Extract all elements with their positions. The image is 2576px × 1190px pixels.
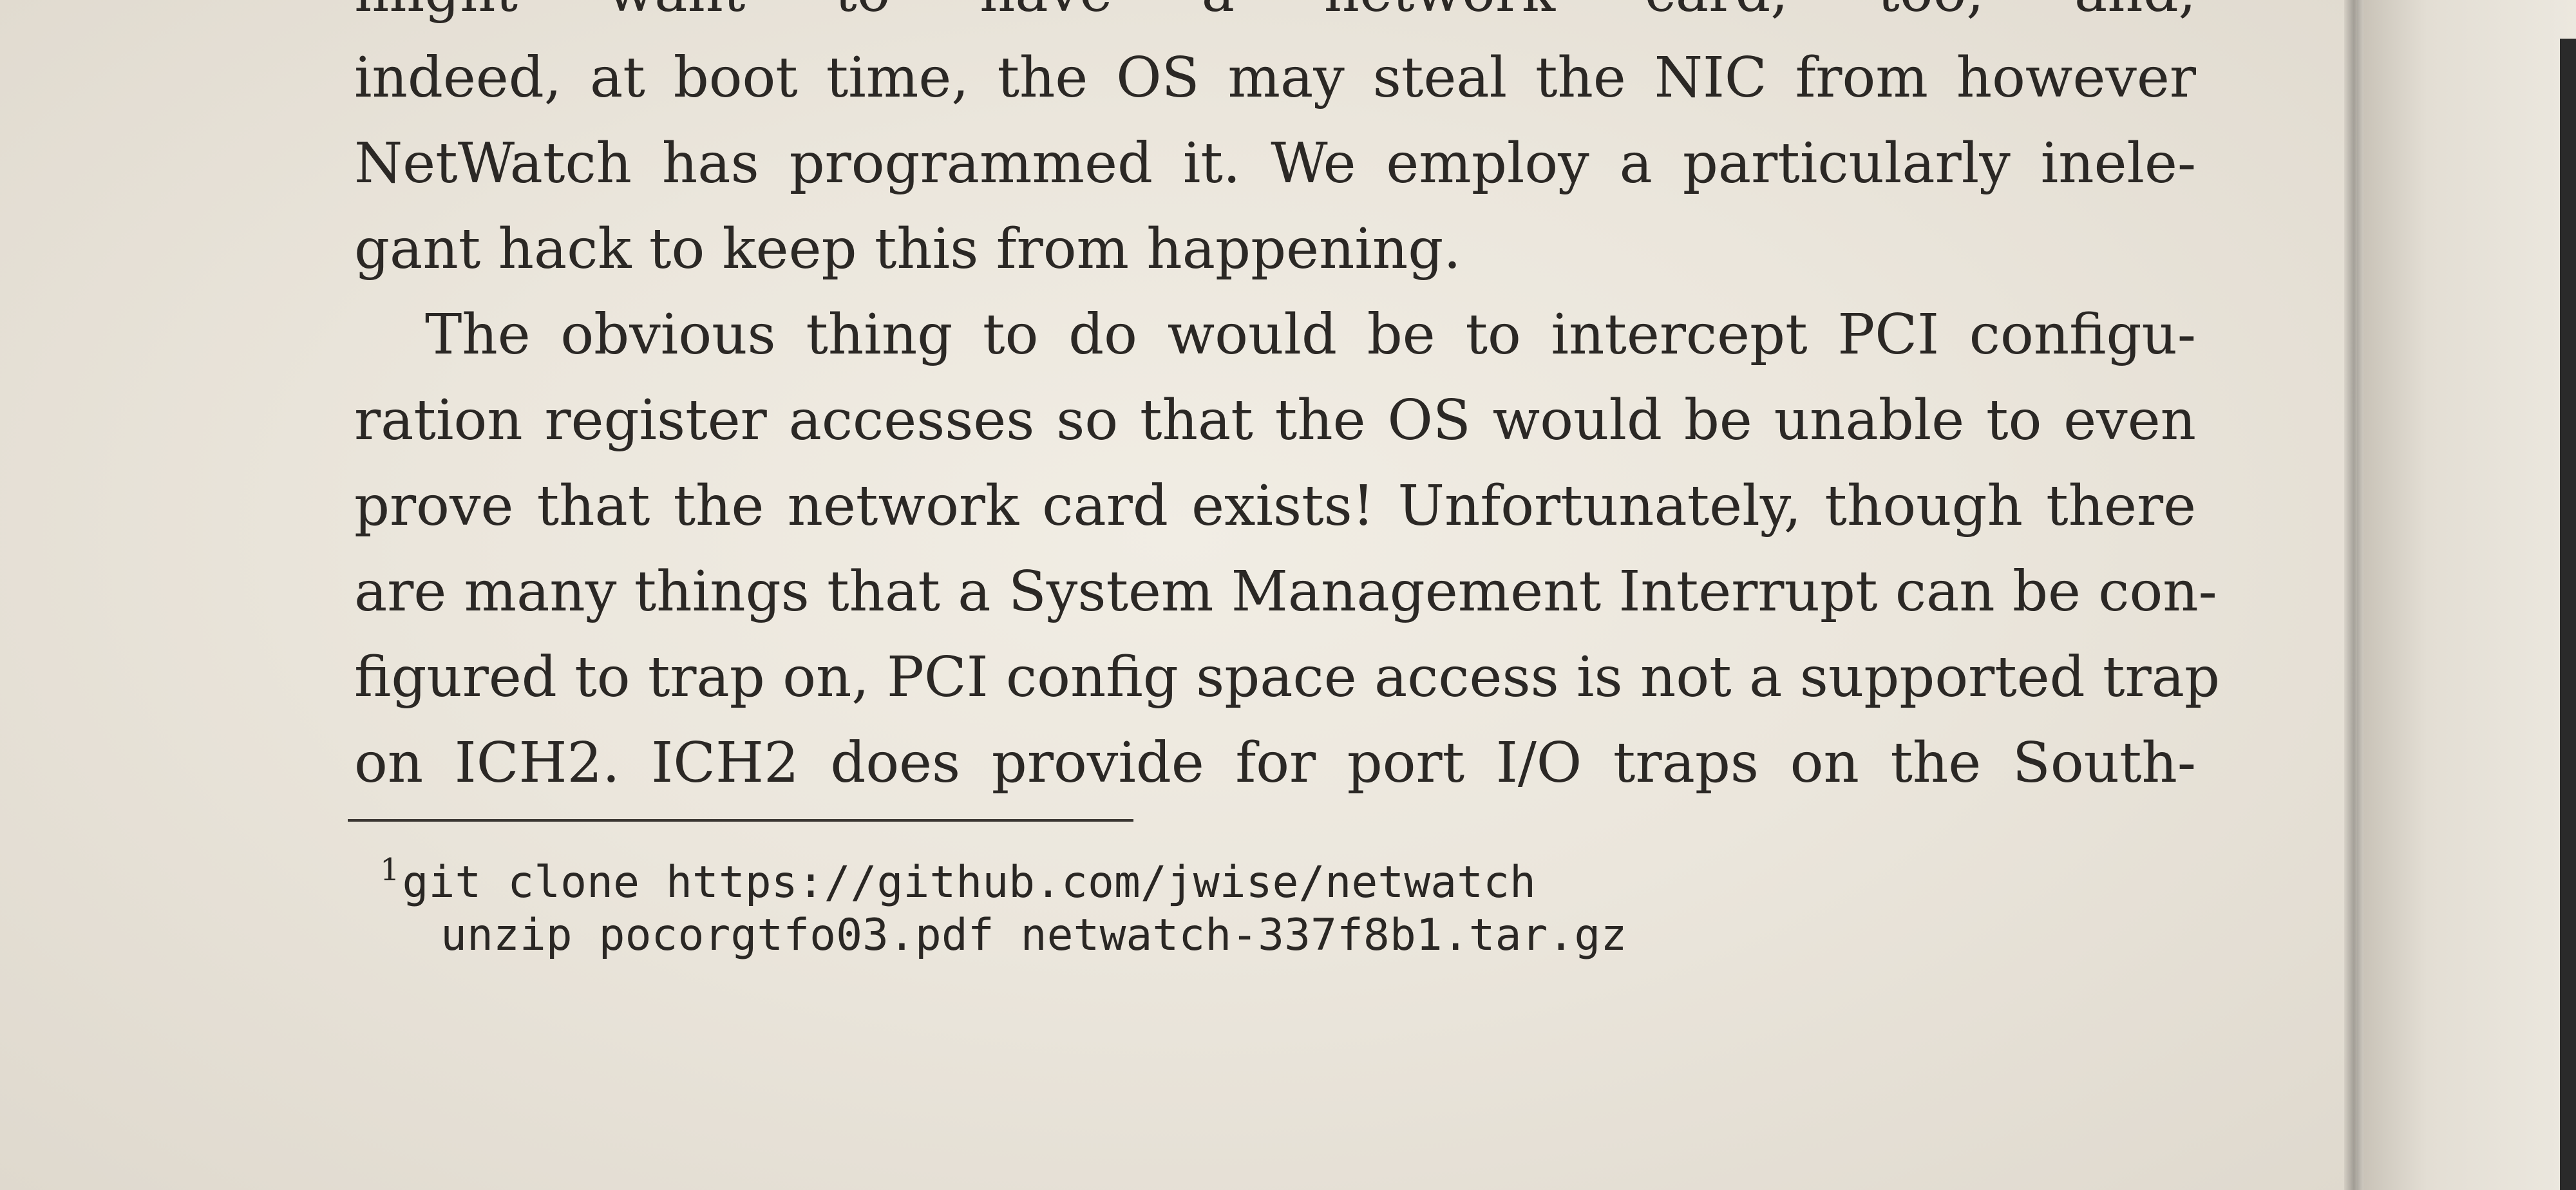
footnote: 1git clone https://github.com/jwise/netw…	[380, 837, 1627, 968]
footnote-marker: 1	[380, 852, 400, 888]
footnote-divider	[348, 819, 1133, 822]
footnote-command: unzip pocorgtfo03.pdf netwatch-337f8b1.t…	[440, 910, 1627, 961]
text-line: are many things that a System Management…	[354, 560, 2217, 624]
footnote-line: unzip pocorgtfo03.pdf netwatch-337f8b1.t…	[380, 903, 1627, 968]
book-page: might want to have a network card, too; …	[0, 0, 2357, 1190]
text-line: figured to trap on, PCI config space acc…	[354, 645, 2221, 710]
body-text: might want to have a network card, too; …	[354, 0, 2221, 806]
paragraph-start-line: The obvious thing to do would be to inte…	[425, 303, 2196, 367]
text-line: on ICH2. ICH2 does provide for port I/O …	[354, 731, 2196, 795]
dark-background-edge	[2560, 39, 2576, 1190]
text-line: indeed, at boot time, the OS may steal t…	[354, 46, 2196, 110]
text-line: prove that the network card exists! Unfo…	[354, 474, 2196, 538]
footnote-command: git clone https://github.com/jwise/netwa…	[402, 857, 1536, 908]
underlying-page	[2363, 0, 2576, 1190]
page-edge-shadow	[2344, 0, 2363, 1190]
text-line: NetWatch has programmed it. We employ a …	[354, 131, 2196, 196]
text-line: gant hack to keep this from happening.	[354, 217, 1461, 281]
text-line: ration register accesses so that the OS …	[354, 388, 2196, 453]
footnote-line: 1git clone https://github.com/jwise/netw…	[380, 837, 1627, 908]
text-line: might want to have a network card, too; …	[354, 0, 2196, 35]
